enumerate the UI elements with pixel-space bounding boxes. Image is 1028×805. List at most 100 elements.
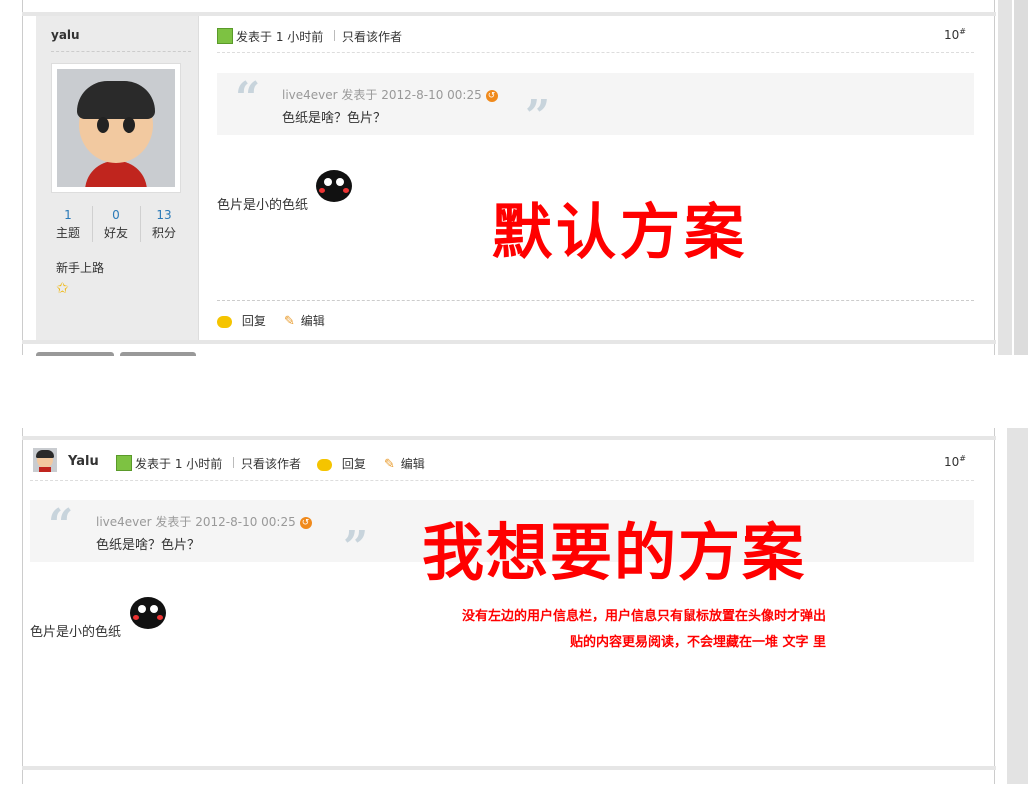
sidebar-divider [51, 51, 191, 52]
quote-text: 色纸是啥？色片？ [96, 538, 201, 553]
avatar-body [85, 161, 147, 187]
emoticon-cheek [343, 188, 349, 193]
note-line-1: 没有左边的用户信息栏，用户信息只有鼠标放置在头像时才弹出 [461, 609, 826, 624]
edit-label: 编辑 [400, 457, 425, 471]
default-scheme-panel: yalu 1 主题 0 好友 13 积分 新手上路 ✩ 发表于 1 小时前 只看… [22, 0, 996, 356]
note-line-2: 贴的内容更易阅读，不会埋藏在一堆 文字 里 [569, 635, 826, 650]
quote-header: live4ever 发表于 2012-8-10 00:25 ↺ [282, 86, 498, 103]
floor-value: 10 [944, 455, 960, 469]
emoticon-head [316, 170, 352, 202]
page-button-stub[interactable] [120, 352, 196, 356]
quote-block: “ live4ever 发表于 2012-8-10 00:25 ↺ 色纸是啥？色… [217, 73, 974, 142]
close-quote-icon: ” [525, 91, 551, 142]
speech-bubble-icon [317, 458, 332, 471]
emoticon-eye-right [150, 605, 158, 613]
emoticon-cheek [157, 615, 163, 620]
stat-threads[interactable]: 1 主题 [46, 208, 90, 241]
stat-label: 积分 [151, 226, 176, 240]
only-author-link[interactable]: 只看该作者 [342, 28, 402, 45]
goto-icon[interactable]: ↺ [485, 89, 498, 102]
open-quote-icon: “ [235, 73, 261, 124]
post-time: 发表于 1 小时前 [236, 30, 324, 44]
emoticon-eye-left [324, 178, 332, 186]
goto-icon[interactable]: ↺ [299, 516, 312, 529]
black-pig-emoticon-icon [128, 593, 168, 633]
online-user-icon [116, 455, 132, 471]
close-quote-icon: ” [343, 522, 369, 573]
small-avatar[interactable] [33, 448, 57, 472]
footer-divider [217, 300, 974, 301]
emoticon-cheek [319, 188, 325, 193]
author-name[interactable]: Yalu [68, 454, 99, 469]
quote-text: 色纸是啥？色片？ [282, 111, 387, 126]
user-rank[interactable]: 新手上路 [56, 259, 104, 276]
edit-button[interactable]: ✎ 编辑 [284, 312, 325, 329]
frame-bottom-bar [22, 340, 996, 344]
quote-time: 发表于 2012-8-10 00:25 [155, 515, 296, 529]
emoticon-eye-left [138, 605, 146, 613]
stat-sep [92, 206, 93, 242]
emoticon-eye-right [336, 178, 344, 186]
user-sidebar: yalu 1 主题 0 好友 13 积分 新手上路 ✩ [36, 16, 199, 341]
emoticon-cheek [133, 615, 139, 620]
meta-sep [233, 457, 234, 468]
frame-right-border [994, 428, 995, 784]
edit-label: 编辑 [300, 314, 325, 328]
speech-bubble-icon [217, 315, 232, 328]
quote-author[interactable]: live4ever [96, 515, 152, 529]
floor-number[interactable]: 10# [944, 454, 966, 469]
floor-number[interactable]: 10# [944, 27, 966, 42]
header-divider [217, 52, 974, 53]
post-body-text: 色片是小的色纸 [30, 625, 122, 640]
emoticon-head [130, 597, 166, 629]
only-author-link[interactable]: 只看该作者 [241, 455, 301, 472]
header-divider [30, 480, 974, 481]
avatar-hair [77, 81, 155, 119]
quote-author[interactable]: live4ever [282, 88, 338, 102]
frame-top-bar [22, 436, 996, 440]
floor-suffix: # [959, 454, 966, 463]
online-user-icon [217, 28, 233, 44]
stat-label: 好友 [103, 226, 128, 240]
rank-star-icon: ✩ [56, 279, 69, 297]
sidebar-username[interactable]: yalu [51, 28, 80, 42]
stat-value: 1 [64, 208, 72, 222]
right-scroll-stub [1007, 428, 1028, 784]
quote-time: 发表于 2012-8-10 00:25 [341, 88, 482, 102]
reply-button[interactable]: 回复 [317, 455, 366, 472]
open-quote-icon: “ [48, 500, 74, 551]
avatar-bg [57, 69, 175, 187]
stat-credits[interactable]: 13 积分 [142, 208, 186, 241]
caption-desired: 我想要的方案 [422, 516, 807, 589]
stat-sep [140, 206, 141, 242]
reply-label: 回复 [241, 314, 266, 328]
floor-value: 10 [944, 28, 960, 42]
edit-button[interactable]: ✎ 编辑 [384, 455, 425, 472]
page-button-stub[interactable] [36, 352, 114, 356]
avatar-body [39, 467, 51, 472]
post-time: 发表于 1 小时前 [135, 457, 223, 471]
right-scroll-stub [998, 0, 1012, 355]
post-body-text: 色片是小的色纸 [217, 198, 309, 213]
desired-scheme-panel: Yalu 发表于 1 小时前 只看该作者 回复 ✎ 编辑 10# “ live4… [22, 428, 996, 784]
stat-friends[interactable]: 0 好友 [94, 208, 138, 241]
frame-left-border [22, 428, 23, 784]
black-pig-emoticon-icon [314, 166, 354, 206]
pencil-icon: ✎ [384, 457, 395, 472]
pencil-icon: ✎ [284, 314, 295, 329]
avatar[interactable] [51, 63, 181, 193]
avatar-eye-right [123, 117, 135, 133]
right-scroll-stub [1014, 0, 1028, 355]
frame-bottom-bar [22, 766, 996, 770]
stat-label: 主题 [55, 226, 80, 240]
frame-right-border [994, 0, 995, 355]
caption-default: 默认方案 [492, 198, 748, 268]
reply-button[interactable]: 回复 [217, 312, 266, 329]
reply-label: 回复 [341, 457, 366, 471]
frame-left-border [22, 0, 23, 355]
avatar-hair [36, 450, 54, 458]
stat-value: 0 [112, 208, 120, 222]
meta-sep [334, 30, 335, 41]
floor-suffix: # [959, 27, 966, 36]
quote-header: live4ever 发表于 2012-8-10 00:25 ↺ [96, 513, 312, 530]
